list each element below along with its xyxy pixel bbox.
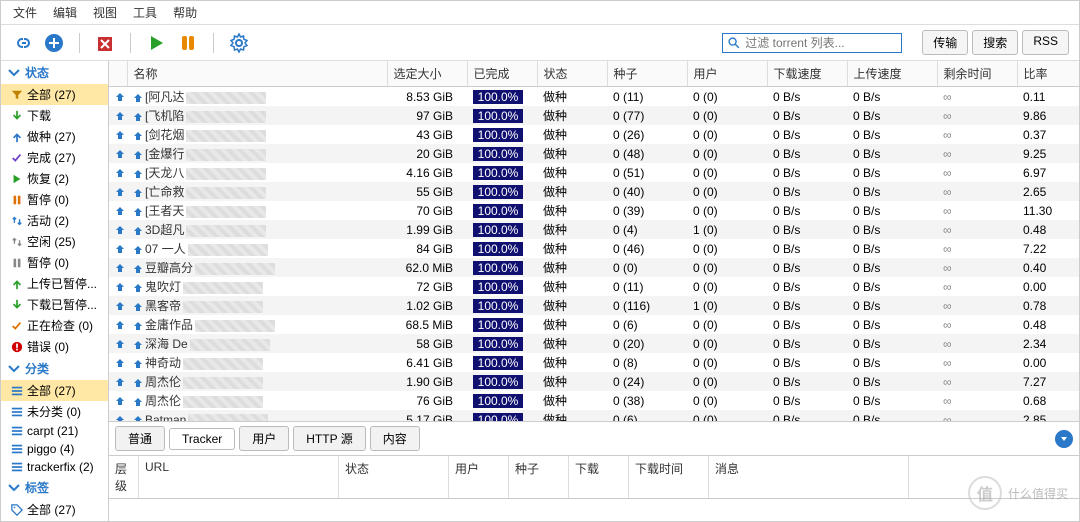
sidebar-item[interactable]: 空闲 (25) bbox=[1, 231, 108, 252]
table-row[interactable]: 金庸作品68.5 MiB100.0%做种0 (6)0 (0)0 B/s0 B/s… bbox=[109, 315, 1079, 334]
detail-tab-HTTP 源[interactable]: HTTP 源 bbox=[293, 426, 365, 451]
col-状态[interactable]: 状态 bbox=[537, 61, 607, 87]
sidebar-section-标签[interactable]: 标签 bbox=[1, 476, 108, 499]
table-row[interactable]: [剑花烟43 GiB100.0%做种0 (26)0 (0)0 B/s0 B/s∞… bbox=[109, 125, 1079, 144]
sidebar-item[interactable]: 全部 (27) bbox=[1, 499, 108, 520]
detail-tab-普通[interactable]: 普通 bbox=[115, 426, 165, 451]
table-header-row[interactable]: 名称选定大小已完成状态种子用户下载速度上传速度剩余时间比率分类 bbox=[109, 61, 1079, 87]
torrent-table-container[interactable]: 名称选定大小已完成状态种子用户下载速度上传速度剩余时间比率分类 [阿凡达8.53… bbox=[109, 61, 1079, 421]
menubar: 文件编辑视图工具帮助 bbox=[1, 1, 1079, 25]
sidebar-item[interactable]: 错误 (0) bbox=[1, 336, 108, 357]
sidebar: 状态全部 (27)下载做种 (27)完成 (27)恢复 (2)暂停 (0)活动 … bbox=[1, 61, 109, 521]
sidebar-item[interactable]: 活动 (2) bbox=[1, 210, 108, 231]
sidebar-item[interactable]: 下载已暂停... bbox=[1, 294, 108, 315]
filter-input[interactable] bbox=[741, 36, 900, 50]
table-row[interactable]: 黑客帝1.02 GiB100.0%做种0 (116)1 (0)0 B/s0 B/… bbox=[109, 296, 1079, 315]
link-icon[interactable] bbox=[11, 32, 33, 54]
tracker-col-消息[interactable]: 消息 bbox=[709, 456, 909, 498]
menu-帮助[interactable]: 帮助 bbox=[173, 4, 197, 21]
col-名称[interactable]: 名称 bbox=[127, 61, 387, 87]
dropdown-icon[interactable] bbox=[1055, 430, 1073, 448]
tracker-col-URL[interactable]: URL bbox=[139, 456, 339, 498]
tracker-header[interactable]: 层级URL状态用户种子下载下载时间消息 bbox=[109, 456, 1079, 499]
menu-工具[interactable]: 工具 bbox=[133, 4, 157, 21]
tracker-body-empty bbox=[109, 499, 1079, 521]
detail-tab-内容[interactable]: 内容 bbox=[370, 426, 420, 451]
tracker-col-下载时间[interactable]: 下载时间 bbox=[629, 456, 709, 498]
tracker-col-下载[interactable]: 下载 bbox=[569, 456, 629, 498]
sidebar-item[interactable]: 暂停 (0) bbox=[1, 252, 108, 273]
tracker-col-状态[interactable]: 状态 bbox=[339, 456, 449, 498]
settings-icon[interactable] bbox=[228, 32, 250, 54]
table-row[interactable]: 3D超凡1.99 GiB100.0%做种0 (4)1 (0)0 B/s0 B/s… bbox=[109, 220, 1079, 239]
sidebar-item[interactable]: 正在检查 (0) bbox=[1, 315, 108, 336]
table-row[interactable]: 周杰伦76 GiB100.0%做种0 (38)0 (0)0 B/s0 B/s∞0… bbox=[109, 391, 1079, 410]
sidebar-item[interactable]: 全部 (27) bbox=[1, 380, 108, 401]
separator bbox=[213, 33, 214, 53]
col-[interactable] bbox=[109, 61, 127, 87]
sidebar-item[interactable]: 完成 (27) bbox=[1, 147, 108, 168]
table-body: [阿凡达8.53 GiB100.0%做种0 (11)0 (0)0 B/s0 B/… bbox=[109, 87, 1079, 422]
tracker-col-用户[interactable]: 用户 bbox=[449, 456, 509, 498]
table-row[interactable]: Batman5.17 GiB100.0%做种0 (6)0 (0)0 B/s0 B… bbox=[109, 410, 1079, 421]
table-row[interactable]: 深海 De58 GiB100.0%做种0 (20)0 (0)0 B/s0 B/s… bbox=[109, 334, 1079, 353]
filter-input-container[interactable] bbox=[722, 33, 902, 53]
sidebar-item[interactable]: 无标签 (25) bbox=[1, 520, 108, 521]
table-row[interactable]: [飞机陷97 GiB100.0%做种0 (77)0 (0)0 B/s0 B/s∞… bbox=[109, 106, 1079, 125]
sidebar-item[interactable]: carpt (21) bbox=[1, 422, 108, 440]
sidebar-item[interactable]: 下载 bbox=[1, 105, 108, 126]
menu-文件[interactable]: 文件 bbox=[13, 4, 37, 21]
table-row[interactable]: [金爆行20 GiB100.0%做种0 (48)0 (0)0 B/s0 B/s∞… bbox=[109, 144, 1079, 163]
table-row[interactable]: [王者天70 GiB100.0%做种0 (39)0 (0)0 B/s0 B/s∞… bbox=[109, 201, 1079, 220]
sidebar-section-分类[interactable]: 分类 bbox=[1, 357, 108, 380]
tab-RSS[interactable]: RSS bbox=[1022, 30, 1069, 55]
table-row[interactable]: 07 一人84 GiB100.0%做种0 (46)0 (0)0 B/s0 B/s… bbox=[109, 239, 1079, 258]
sidebar-item[interactable]: 上传已暂停... bbox=[1, 273, 108, 294]
menu-编辑[interactable]: 编辑 bbox=[53, 4, 77, 21]
table-row[interactable]: [阿凡达8.53 GiB100.0%做种0 (11)0 (0)0 B/s0 B/… bbox=[109, 87, 1079, 107]
table-row[interactable]: 鬼吹灯72 GiB100.0%做种0 (11)0 (0)0 B/s0 B/s∞0… bbox=[109, 277, 1079, 296]
content: 名称选定大小已完成状态种子用户下载速度上传速度剩余时间比率分类 [阿凡达8.53… bbox=[109, 61, 1079, 521]
add-icon[interactable] bbox=[43, 32, 65, 54]
sidebar-item[interactable]: 暂停 (0) bbox=[1, 189, 108, 210]
tracker-col-层级[interactable]: 层级 bbox=[109, 456, 139, 498]
col-种子[interactable]: 种子 bbox=[607, 61, 687, 87]
search-icon bbox=[727, 36, 741, 50]
toolbar-tabs: 传输搜索RSS bbox=[922, 30, 1069, 55]
sidebar-section-状态[interactable]: 状态 bbox=[1, 61, 108, 84]
detail-tab-Tracker[interactable]: Tracker bbox=[169, 428, 235, 450]
toolbar: 传输搜索RSS bbox=[1, 25, 1079, 61]
tab-传输[interactable]: 传输 bbox=[922, 30, 968, 55]
table-row[interactable]: 神奇动6.41 GiB100.0%做种0 (8)0 (0)0 B/s0 B/s∞… bbox=[109, 353, 1079, 372]
menu-视图[interactable]: 视图 bbox=[93, 4, 117, 21]
detail-tab-用户[interactable]: 用户 bbox=[239, 426, 289, 451]
sidebar-item[interactable]: 做种 (27) bbox=[1, 126, 108, 147]
sidebar-item[interactable]: 全部 (27) bbox=[1, 84, 108, 105]
table-row[interactable]: [亡命救55 GiB100.0%做种0 (40)0 (0)0 B/s0 B/s∞… bbox=[109, 182, 1079, 201]
start-icon[interactable] bbox=[145, 32, 167, 54]
tab-搜索[interactable]: 搜索 bbox=[972, 30, 1018, 55]
separator bbox=[130, 33, 131, 53]
sidebar-item[interactable]: piggo (4) bbox=[1, 440, 108, 458]
detail-panel: 普通Tracker用户HTTP 源内容 层级URL状态用户种子下载下载时间消息 bbox=[109, 421, 1079, 521]
delete-icon[interactable] bbox=[94, 32, 116, 54]
col-选定大小[interactable]: 选定大小 bbox=[387, 61, 467, 87]
col-用户[interactable]: 用户 bbox=[687, 61, 767, 87]
tracker-col-种子[interactable]: 种子 bbox=[509, 456, 569, 498]
sidebar-item[interactable]: 恢复 (2) bbox=[1, 168, 108, 189]
separator bbox=[79, 33, 80, 53]
col-比率[interactable]: 比率 bbox=[1017, 61, 1079, 87]
sidebar-item[interactable]: 未分类 (0) bbox=[1, 401, 108, 422]
torrent-table: 名称选定大小已完成状态种子用户下载速度上传速度剩余时间比率分类 [阿凡达8.53… bbox=[109, 61, 1079, 421]
sidebar-item[interactable]: trackerfix (2) bbox=[1, 458, 108, 476]
detail-tabs: 普通Tracker用户HTTP 源内容 bbox=[109, 422, 1079, 456]
col-上传速度[interactable]: 上传速度 bbox=[847, 61, 937, 87]
table-row[interactable]: [天龙八4.16 GiB100.0%做种0 (51)0 (0)0 B/s0 B/… bbox=[109, 163, 1079, 182]
col-下载速度[interactable]: 下载速度 bbox=[767, 61, 847, 87]
col-已完成[interactable]: 已完成 bbox=[467, 61, 537, 87]
table-row[interactable]: 豆瓣高分62.0 MiB100.0%做种0 (0)0 (0)0 B/s0 B/s… bbox=[109, 258, 1079, 277]
table-row[interactable]: 周杰伦1.90 GiB100.0%做种0 (24)0 (0)0 B/s0 B/s… bbox=[109, 372, 1079, 391]
pause-icon[interactable] bbox=[177, 32, 199, 54]
col-剩余时间[interactable]: 剩余时间 bbox=[937, 61, 1017, 87]
